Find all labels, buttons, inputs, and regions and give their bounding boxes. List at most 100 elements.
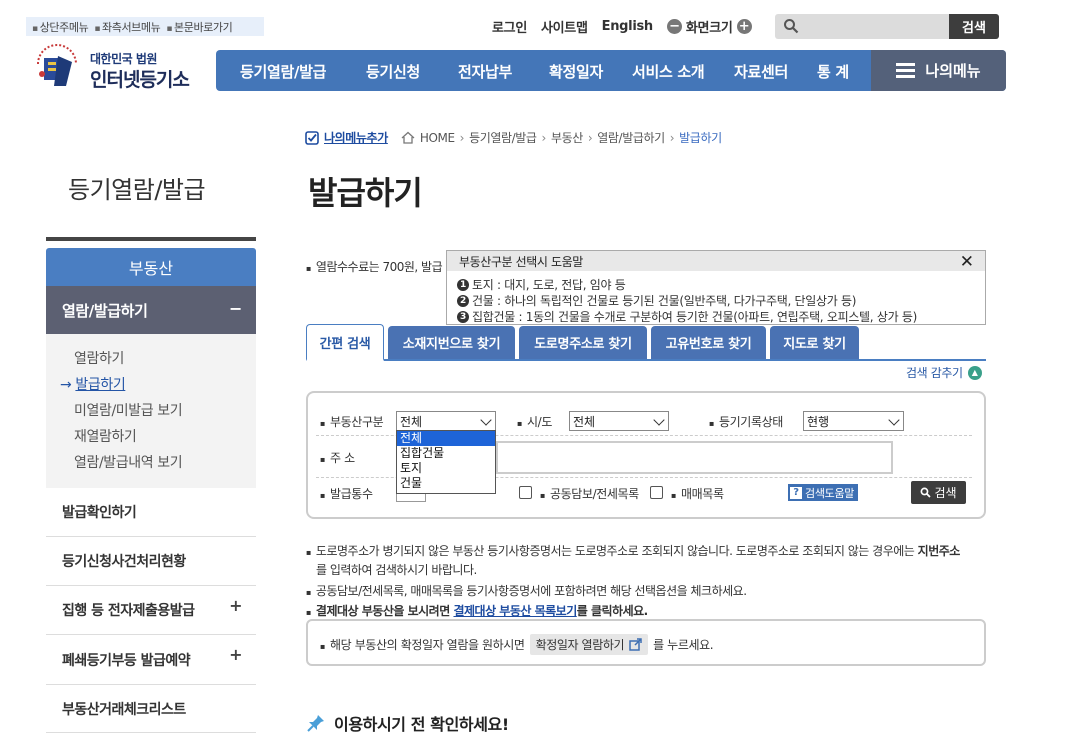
- address-label: 주 소: [320, 449, 355, 466]
- search-help-button[interactable]: ? 검색도움말: [788, 484, 859, 501]
- quantity-input[interactable]: [396, 494, 426, 502]
- fixed-date-box: 해당 부동산의 확정일자 열람을 원하시면 확정일자 열람하기 를 누르세요.: [306, 619, 986, 666]
- lnb-sub-history[interactable]: 열람/발급내역 보기: [74, 452, 183, 472]
- sido-label: 시/도: [517, 413, 552, 430]
- quantity-label: 발급통수: [320, 485, 373, 502]
- gnb-item-service[interactable]: 서비스 소개: [632, 61, 705, 82]
- hamburger-icon: [896, 63, 916, 78]
- joint-collateral-checkbox[interactable]: [519, 486, 532, 499]
- breadcrumb-separator-icon: ›: [459, 130, 465, 145]
- fold-search-toggle[interactable]: 검색 감추기 ▲: [906, 364, 982, 381]
- lnb-sub-review[interactable]: 재열람하기: [74, 426, 137, 446]
- zoom-in-icon[interactable]: +: [736, 19, 752, 34]
- gnb-item-resources[interactable]: 자료센터: [734, 61, 788, 82]
- zoom-label: 화면크기: [685, 21, 733, 36]
- address-input[interactable]: [496, 441, 893, 474]
- gnb-item-fixed-date[interactable]: 확정일자: [549, 61, 603, 82]
- gnb-item-statistics[interactable]: 통 계: [817, 61, 849, 82]
- logo-line2: 인터넷등기소: [90, 69, 190, 91]
- main-navigation: 등기열람/발급 등기신청 전자납부 확정일자 서비스 소개 자료센터 통 계 나…: [216, 50, 1006, 91]
- gnb-item-payment[interactable]: 전자납부: [458, 61, 512, 82]
- tab-simple-search[interactable]: 간편 검색: [306, 324, 384, 361]
- status-label: 등기기록상태: [709, 413, 783, 430]
- lnb-title: 등기열람/발급: [68, 176, 206, 204]
- my-menu-label: 나의메뉴: [925, 62, 981, 80]
- breadcrumb-separator-icon: ›: [669, 130, 675, 145]
- lnb-sub-view[interactable]: 열람하기: [74, 348, 124, 368]
- dropdown-option[interactable]: 집합건물: [397, 446, 495, 461]
- fee-notice: 열람수수료는 700원, 발급: [306, 258, 443, 275]
- tab-lot-number[interactable]: 소재지번으로 찾기: [388, 326, 515, 359]
- site-search-button[interactable]: 검색: [949, 14, 999, 39]
- fold-search-label: 검색 감추기: [906, 366, 963, 380]
- dropdown-option[interactable]: 건물: [397, 476, 495, 491]
- court-emblem-icon: [37, 44, 77, 86]
- status-select[interactable]: 현행: [803, 411, 904, 431]
- site-logo[interactable]: 대한민국 법원 인터넷등기소: [32, 42, 202, 91]
- zoom-out-icon[interactable]: −: [666, 19, 682, 34]
- note-options: 공동담보/전세목록, 매매목록을 등기사항증명서에 포함하려면 해당 선택옵션을…: [306, 582, 747, 599]
- sitemap-link[interactable]: 사이트맵: [541, 17, 588, 36]
- gnb-item-application[interactable]: 등기신청: [366, 61, 420, 82]
- breadcrumb-separator-icon: ›: [541, 130, 547, 145]
- skip-link-content[interactable]: 본문바로가기: [166, 19, 233, 35]
- joint-collateral-label: 공동담보/전세목록: [540, 485, 639, 502]
- skip-link-gnb[interactable]: 상단주메뉴: [32, 19, 89, 35]
- my-menu-button[interactable]: 나의메뉴: [871, 50, 1006, 91]
- dropdown-option[interactable]: 토지: [397, 461, 495, 476]
- form-search-button[interactable]: 검색: [911, 481, 966, 504]
- chevron-down-icon: [480, 414, 492, 426]
- lnb-item-closed-reservation[interactable]: 폐쇄등기부등 발급예약 +: [46, 635, 256, 685]
- lnb-sub-unviewed[interactable]: 미열람/미발급 보기: [74, 400, 183, 420]
- note-road-address: 도로명주소가 병기되지 않은 부동산 등기사항증명서는 도로명주소로 조회되지 …: [306, 542, 960, 559]
- breadcrumb-home[interactable]: HOME: [420, 131, 455, 145]
- lnb-item-electronic[interactable]: 집행 등 전자제출용발급 +: [46, 586, 256, 635]
- type-dropdown-list: 전체 집합건물 토지 건물: [396, 430, 496, 494]
- close-icon[interactable]: ✕: [960, 252, 974, 272]
- breadcrumb-item[interactable]: 등기열람/발급: [469, 129, 537, 146]
- english-link[interactable]: English: [602, 19, 654, 34]
- payment-list-link[interactable]: 결제대상 부동산 목록보기: [453, 604, 577, 618]
- skip-link-lnb[interactable]: 좌측서브메뉴: [94, 19, 161, 35]
- home-icon: [401, 131, 415, 144]
- gnb-item-view-issue[interactable]: 등기열람/발급: [240, 61, 326, 82]
- chevron-down-icon: [653, 414, 665, 426]
- help-tooltip: 부동산구분 선택시 도움말 ✕ 1 토지 : 대지, 도로, 전답, 임야 등 2…: [446, 250, 986, 325]
- note-payment: 결제대상 부동산을 보시려면 결제대상 부동산 목록보기를 클릭하세요.: [306, 602, 648, 619]
- chevron-down-icon: [888, 414, 900, 426]
- type-select[interactable]: 전체: [396, 411, 496, 431]
- check-icon: [305, 130, 319, 145]
- login-link[interactable]: 로그인: [492, 17, 527, 36]
- breadcrumb-current: 발급하기: [679, 131, 722, 145]
- tab-unique-number[interactable]: 고유번호로 찾기: [651, 326, 766, 359]
- sales-list-checkbox[interactable]: [650, 486, 663, 499]
- external-link-icon: [629, 638, 642, 651]
- chevron-up-icon: ▲: [967, 365, 982, 380]
- utility-menu: 로그인 사이트맵 English − 화면크기 +: [492, 17, 752, 36]
- breadcrumb-item[interactable]: 부동산: [551, 129, 583, 146]
- expand-icon: +: [229, 596, 242, 615]
- tooltip-line: 2 건물 : 하나의 독립적인 건물로 등기된 건물(일반주택, 다가구주택, 단…: [457, 292, 856, 309]
- add-my-menu-link[interactable]: 나의메뉴추가: [324, 129, 388, 146]
- breadcrumb-separator-icon: ›: [587, 130, 593, 145]
- lnb-item-status[interactable]: 등기신청사건처리현황: [46, 537, 256, 586]
- fixed-date-view-button[interactable]: 확정일자 열람하기: [529, 634, 649, 655]
- tooltip-title: 부동산구분 선택시 도움말: [447, 251, 985, 271]
- tooltip-line: 3 집합건물 : 1동의 건물을 수개로 구분하여 등기한 건물(아파트, 연립주…: [457, 308, 917, 325]
- lnb-item-verify[interactable]: 발급확인하기: [46, 488, 256, 537]
- lnb-item-checklist[interactable]: 부동산거래체크리스트: [46, 685, 256, 733]
- breadcrumb: 나의메뉴추가 HOME › 등기열람/발급 › 부동산 › 열람/발급하기 › …: [305, 129, 722, 146]
- note-road-address-cont: 를 입력하여 검색하시기 바랍니다.: [316, 563, 477, 577]
- tab-map[interactable]: 지도로 찾기: [770, 326, 859, 359]
- collapse-icon: −: [228, 299, 242, 318]
- lnb-real-estate[interactable]: 부동산: [46, 248, 256, 286]
- lnb-sub-issue[interactable]: → 발급하기: [60, 374, 126, 394]
- lnb-submenu: 열람하기 → 발급하기 미열람/미발급 보기 재열람하기 열람/발급내역 보기: [46, 334, 256, 488]
- site-search-input[interactable]: [805, 17, 945, 36]
- lnb-view-issue[interactable]: 열람/발급하기 −: [46, 286, 256, 334]
- skip-links: 상단주메뉴 좌측서브메뉴 본문바로가기: [26, 17, 264, 36]
- dropdown-option[interactable]: 전체: [397, 431, 495, 446]
- breadcrumb-item[interactable]: 열람/발급하기: [597, 129, 665, 146]
- sido-select[interactable]: 전체: [569, 411, 669, 431]
- tab-road-address[interactable]: 도로명주소로 찾기: [519, 326, 647, 359]
